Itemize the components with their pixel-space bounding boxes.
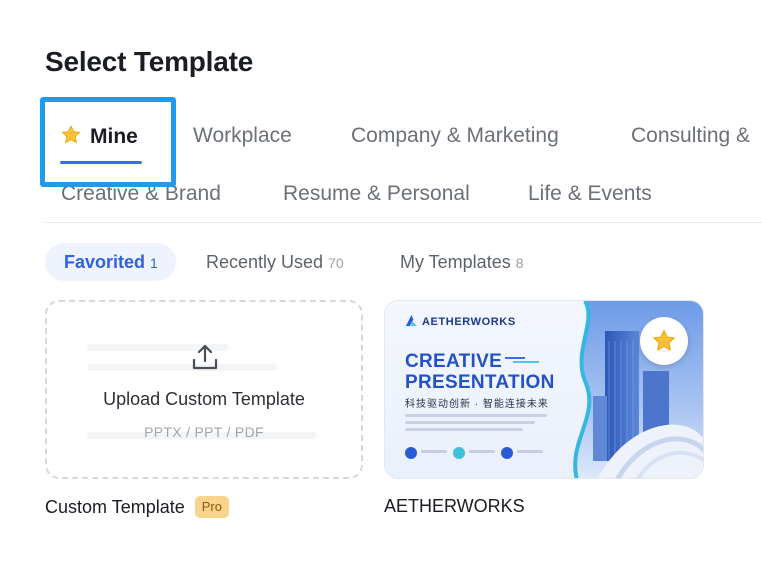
placeholder-line [405,428,523,431]
caption-label: Custom Template [45,497,185,517]
template-caption: AETHERWORKS [384,496,525,516]
subtab-count: 70 [328,255,344,271]
feature-dot [405,447,417,459]
tab-consulting[interactable]: Consulting & [631,124,750,148]
upload-icon [192,344,218,370]
subtab-my-templates[interactable]: My Templates 8 [400,243,524,281]
headline-accent-lines [505,357,539,363]
subtab-favorited[interactable]: Favorited 1 [45,243,176,281]
subtab-label: My Templates [400,252,511,272]
pro-badge: Pro [194,496,229,518]
upload-title: Upload Custom Template [103,389,305,409]
focus-highlight [40,97,176,187]
placeholder-line [405,414,547,417]
favorite-button[interactable] [640,317,688,365]
subtab-label: Favorited [64,252,146,272]
brand-logo-icon [405,314,418,327]
brand-name: AETHERWORKS [422,316,516,328]
subtab-count: 8 [515,255,524,271]
tab-resume-personal[interactable]: Resume & Personal [283,182,470,206]
subtab-count: 1 [150,255,158,271]
upload-template-card[interactable]: Upload Custom Template PPTX / PPT / PDF [45,300,363,479]
page-title: Select Template [45,46,254,77]
upload-formats: PPTX / PPT / PDF [144,424,264,440]
template-card-aetherworks[interactable]: AETHERWORKS CREATIVE PRESENTATION 科技驱动创新… [384,300,704,479]
template-subtitle: 科技驱动创新 · 智能连接未来 [405,399,549,410]
subtab-label: Recently Used [206,252,324,272]
feature-dot [453,447,465,459]
placeholder-line [469,450,495,453]
template-brand: AETHERWORKS [405,314,516,328]
star-icon [653,329,675,351]
divider [45,222,762,223]
placeholder-line [517,450,543,453]
tab-company-marketing[interactable]: Company & Marketing [351,124,559,148]
headline-line-2: PRESENTATION [405,372,555,393]
custom-template-caption: Custom Template Pro [45,496,229,518]
placeholder-line [87,364,277,371]
feature-dot [501,447,513,459]
subtab-recently-used[interactable]: Recently Used 70 [206,243,344,281]
placeholder-line [421,450,447,453]
tab-workplace[interactable]: Workplace [193,124,292,148]
tab-life-events[interactable]: Life & Events [528,182,652,206]
placeholder-line [405,421,535,424]
